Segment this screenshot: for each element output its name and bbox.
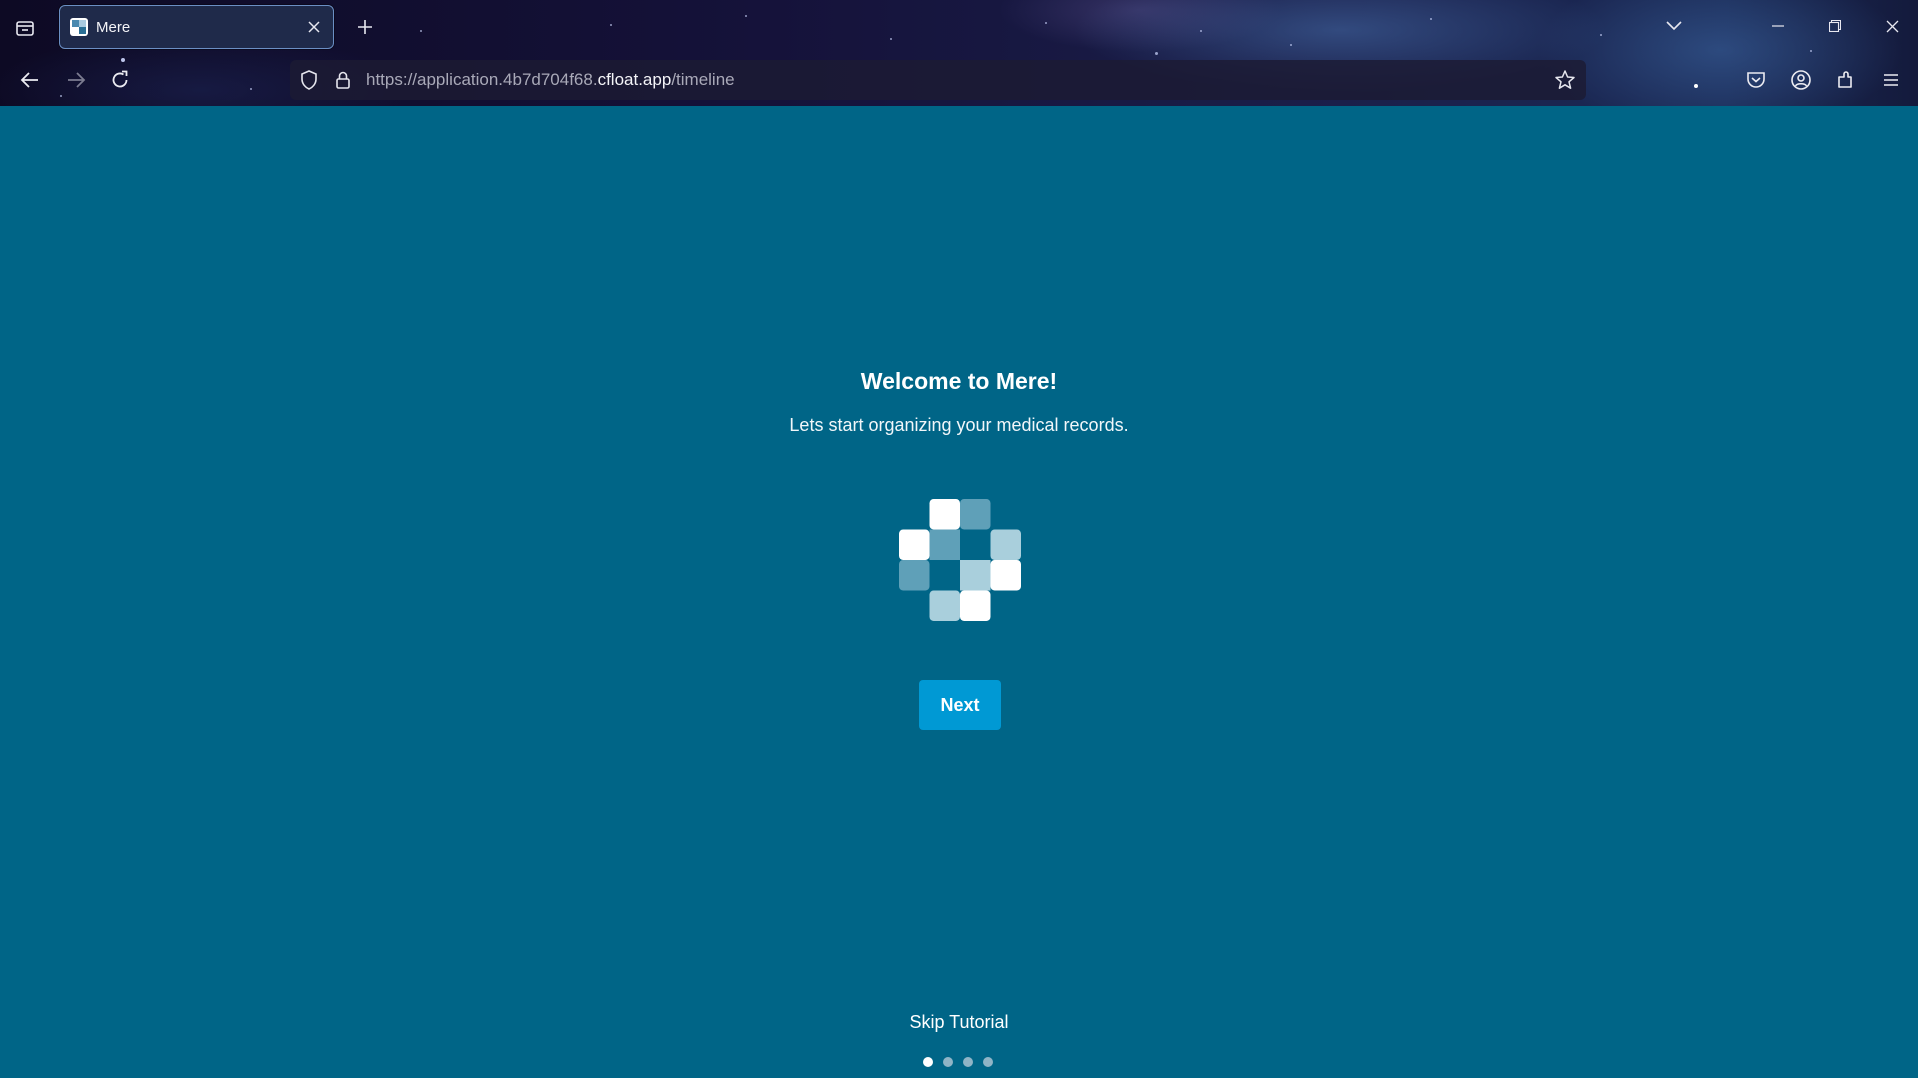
restore-icon [1829,20,1841,32]
next-button[interactable]: Next [919,680,1001,730]
url-path: /timeline [671,70,735,89]
extensions-icon [1838,71,1852,88]
bookmark-button[interactable] [1554,69,1576,91]
site-info-button[interactable] [332,69,354,91]
step-dot[interactable] [963,1057,973,1067]
tab-list-icon [16,21,34,36]
mere-favicon [70,18,88,36]
tab-list-button[interactable] [10,14,40,42]
active-tab[interactable]: Mere [59,5,334,49]
new-tab-button[interactable] [350,12,380,42]
list-all-tabs-button[interactable] [1654,10,1694,42]
shield-icon [301,70,317,90]
tab-close-button[interactable] [301,14,327,40]
plus-icon [358,20,372,34]
star-icon [1555,70,1575,89]
url-prefix: https://application.4b7d704f68. [366,70,598,89]
pocket-icon [1747,72,1765,88]
pocket-button[interactable] [1740,64,1772,96]
extensions-button[interactable] [1830,64,1862,96]
minimize-button[interactable] [1758,10,1798,42]
tracking-protection-button[interactable] [298,69,320,91]
tab-title: Mere [96,18,131,36]
lock-icon [336,71,350,89]
account-icon [1791,70,1811,90]
chevron-down-icon [1666,21,1682,31]
menu-icon [1884,74,1898,86]
step-dot[interactable] [983,1057,993,1067]
url-text[interactable]: https://application.4b7d704f68.cfloat.ap… [366,70,735,90]
url-domain: cfloat.app [597,70,672,89]
skip-tutorial-label[interactable]: Skip Tutorial [909,1012,1008,1032]
browser-chrome: Mere https://application.4b7d704f68.cflo… [0,0,1918,106]
forward-button[interactable] [60,64,92,96]
back-button[interactable] [14,64,46,96]
forward-arrow-icon [68,72,86,88]
close-icon [1886,20,1898,32]
app-menu-button[interactable] [1875,64,1907,96]
minimize-icon [1772,25,1784,27]
step-dot[interactable] [943,1057,953,1067]
page-title: Welcome to Mere! [860,368,1058,394]
skip-tutorial-link[interactable]: Skip Tutorial [0,1012,1918,1033]
reload-icon [112,70,128,88]
close-icon [308,21,320,33]
reload-button[interactable] [104,64,136,96]
account-button[interactable] [1785,64,1817,96]
step-dot[interactable] [923,1057,933,1067]
page-subtitle: Lets start organizing your medical recor… [789,415,1129,435]
url-bar[interactable]: https://application.4b7d704f68.cfloat.ap… [290,60,1586,100]
onboarding-page: Welcome to Mere! Lets start organizing y… [0,106,1918,1078]
mere-logo [899,499,1021,621]
restore-button[interactable] [1815,10,1855,42]
close-window-button[interactable] [1872,10,1912,42]
step-indicator [923,1057,993,1067]
back-arrow-icon [20,72,38,88]
